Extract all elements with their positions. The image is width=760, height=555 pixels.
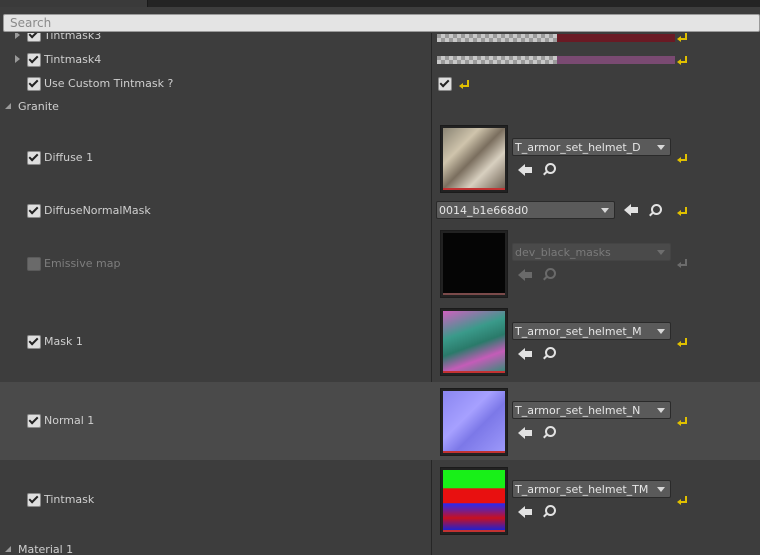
browse-magnifier-icon[interactable] (542, 163, 556, 176)
browse-magnifier-icon (542, 268, 556, 281)
diffuse-normal-mask-checkbox[interactable] (27, 204, 41, 218)
row-use-custom-tintmask: Use Custom Tintmask ? (0, 73, 760, 95)
chevron-down-icon (601, 208, 609, 213)
diffuse-1-checkbox[interactable] (27, 151, 41, 165)
mask-1-label: Mask 1 (44, 335, 83, 348)
collapse-arrow-icon[interactable] (5, 546, 11, 552)
diffuse-1-thumbnail[interactable] (440, 125, 508, 193)
diffuse-normal-mask-dropdown[interactable]: 0014_b1e668d0 (436, 201, 615, 219)
mask-1-thumbnail[interactable] (440, 308, 508, 376)
tintmask4-checkbox[interactable] (27, 53, 41, 67)
reset-icon[interactable] (677, 56, 687, 65)
tintmask-label: Tintmask (44, 493, 95, 506)
row-normal-1: Normal 1 T_armor_set_helmet_N (0, 382, 760, 460)
reset-icon[interactable] (459, 80, 469, 89)
search-box[interactable] (3, 14, 760, 32)
top-tab-strip (0, 0, 760, 7)
collapse-arrow-icon[interactable] (5, 103, 11, 109)
category-label: Material 1 (18, 543, 74, 555)
row-diffuse-1: Diffuse 1 T_armor_set_helmet_D (0, 120, 760, 198)
browse-magnifier-icon[interactable] (542, 347, 556, 360)
mask-1-checkbox[interactable] (27, 335, 41, 349)
normal-1-thumbnail[interactable] (440, 388, 508, 456)
reset-icon[interactable] (677, 154, 687, 163)
use-selected-arrow-icon[interactable] (518, 506, 532, 518)
normal-1-asset-dropdown[interactable]: T_armor_set_helmet_N (512, 401, 671, 419)
use-custom-tintmask-label: Use Custom Tintmask ? (44, 77, 174, 90)
chevron-down-icon (657, 250, 665, 255)
use-selected-arrow-icon[interactable] (518, 348, 532, 360)
emissive-map-label: Emissive map (44, 257, 121, 270)
diffuse-1-label: Diffuse 1 (44, 151, 94, 164)
emissive-map-thumbnail (440, 230, 508, 298)
expand-arrow-icon[interactable] (15, 55, 20, 63)
chevron-down-icon (657, 329, 665, 334)
use-selected-arrow-icon (518, 269, 532, 281)
use-selected-arrow-icon[interactable] (518, 427, 532, 439)
tintmask-thumbnail[interactable] (440, 467, 508, 535)
tintmask3-label: Tintmask3 (44, 33, 102, 42)
use-custom-override-checkbox[interactable] (27, 77, 41, 91)
mask-1-asset-dropdown[interactable]: T_armor_set_helmet_M (512, 322, 671, 340)
tintmask-asset-dropdown[interactable]: T_armor_set_helmet_TM (512, 480, 671, 498)
emissive-map-checkbox[interactable] (27, 257, 41, 271)
row-emissive-map: Emissive map dev_black_masks (0, 226, 760, 302)
emissive-map-asset-dropdown: dev_black_masks (512, 243, 671, 261)
tintmask3-checkbox[interactable] (27, 33, 41, 42)
reset-icon[interactable] (677, 338, 687, 347)
row-tintmask4: Tintmask4 (0, 49, 760, 71)
reset-icon (677, 259, 687, 268)
reset-icon[interactable] (677, 33, 687, 42)
tintmask4-label: Tintmask4 (44, 53, 102, 66)
reset-icon[interactable] (677, 417, 687, 426)
category-material-1[interactable]: Material 1 (0, 542, 760, 555)
browse-magnifier-icon[interactable] (542, 426, 556, 439)
browse-magnifier-icon[interactable] (542, 505, 556, 518)
panel-tab[interactable] (0, 0, 148, 7)
use-custom-value-checkbox[interactable] (438, 77, 452, 91)
reset-icon[interactable] (677, 207, 687, 216)
reset-icon[interactable] (677, 496, 687, 505)
category-granite[interactable]: Granite (0, 97, 760, 117)
row-mask-1: Mask 1 T_armor_set_helmet_M (0, 303, 760, 381)
chevron-down-icon (657, 145, 665, 150)
chevron-down-icon (657, 408, 665, 413)
normal-1-checkbox[interactable] (27, 414, 41, 428)
use-selected-arrow-icon[interactable] (624, 204, 638, 216)
diffuse-1-asset-dropdown[interactable]: T_armor_set_helmet_D (512, 138, 671, 156)
diffuse-normal-mask-label: DiffuseNormalMask (44, 204, 151, 217)
chevron-down-icon (657, 487, 665, 492)
row-tintmask3: Tintmask3 (0, 33, 760, 47)
search-input[interactable] (4, 15, 759, 31)
browse-magnifier-icon[interactable] (648, 204, 662, 217)
category-label: Granite (18, 100, 59, 113)
row-tintmask: Tintmask T_armor_set_helmet_TM (0, 461, 760, 539)
use-selected-arrow-icon[interactable] (518, 164, 532, 176)
row-diffuse-normal-mask: DiffuseNormalMask 0014_b1e668d0 (0, 200, 760, 222)
expand-arrow-icon[interactable] (15, 33, 20, 39)
tintmask-checkbox[interactable] (27, 493, 41, 507)
normal-1-label: Normal 1 (44, 414, 95, 427)
